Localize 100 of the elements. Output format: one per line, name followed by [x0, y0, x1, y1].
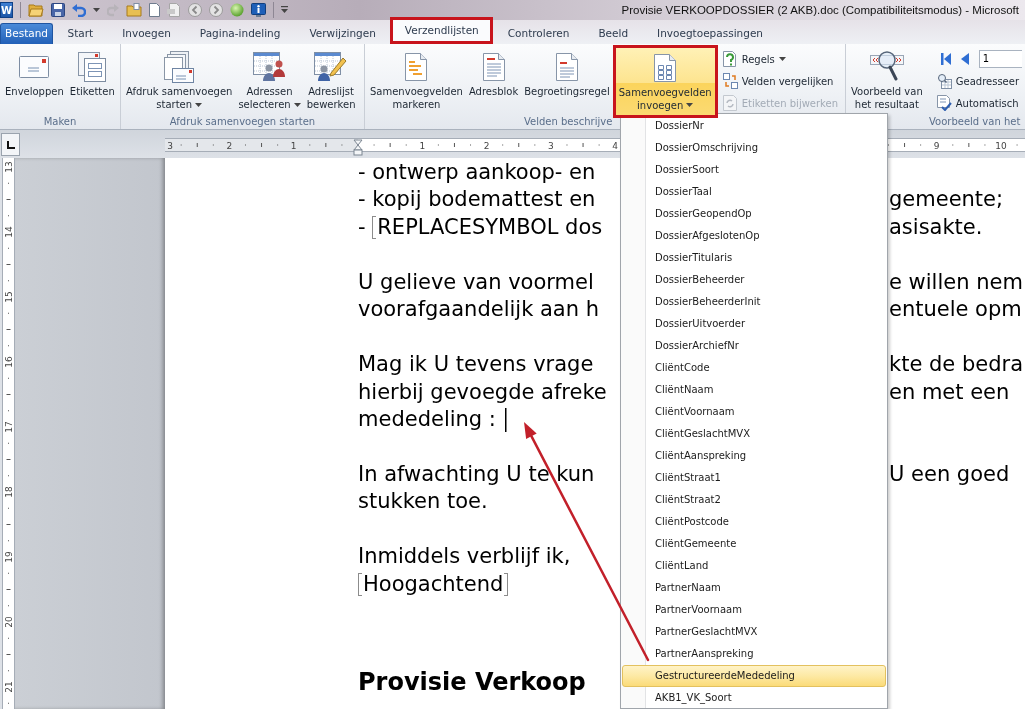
ribbon-button[interactable]: Geadresseer	[933, 70, 1023, 92]
caret-icon[interactable]	[93, 8, 100, 12]
document-text: entuele opm	[889, 296, 1022, 324]
ribbon-tab[interactable]: Verzendlijsten	[390, 17, 494, 44]
document-lines-icon	[555, 53, 578, 81]
ruler-number: 17	[3, 421, 14, 433]
document-text: hierbij gevoegde afreke	[358, 378, 607, 406]
document-text: asisakte.	[889, 213, 983, 241]
label-sheets-icon	[78, 52, 107, 82]
document-text: e willen nem	[889, 268, 1023, 296]
menu-item[interactable]: PartnerAanspreking	[622, 643, 886, 665]
menu-item[interactable]: CliëntStraat1	[622, 467, 886, 489]
ruler-number: 3	[167, 140, 173, 151]
menu-item[interactable]: DossierArchiefNr	[622, 335, 886, 357]
ribbon-tab[interactable]: Pagina-indeling	[185, 23, 295, 44]
menu-item[interactable]: CliëntGeslachtMVX	[622, 423, 886, 445]
menu-item[interactable]: DossierUitvoerder	[622, 313, 886, 335]
undo-icon[interactable]	[72, 3, 86, 17]
folder-icon[interactable]	[28, 3, 44, 17]
ribbon-button[interactable]: Adressen selecteren	[235, 46, 304, 112]
ruler-number: 18	[3, 486, 14, 498]
menu-item[interactable]: DossierAfgeslotenOp	[622, 225, 886, 247]
ribbon-button[interactable]: Velden vergelijken	[719, 70, 842, 92]
ribbon-tab[interactable]: Start	[53, 23, 108, 44]
menu-item[interactable]: DossierNr	[622, 115, 886, 137]
menu-item[interactable]: CliëntNaam	[622, 379, 886, 401]
ruler-number: 10	[995, 140, 1007, 151]
ruler-number: 4	[612, 140, 619, 151]
menu-item[interactable]: CliëntGemeente	[622, 533, 886, 555]
ribbon-tab[interactable]: Beeld	[583, 23, 643, 44]
sphere-icon[interactable]	[230, 3, 244, 17]
faded-document-icon[interactable]	[167, 3, 181, 17]
menu-item[interactable]: CliëntVoornaam	[622, 401, 886, 423]
refresh-icon	[722, 95, 738, 111]
document-text: Mag ik U tevens vrage	[358, 351, 594, 379]
menu-item[interactable]: AKB1_VK_Soort	[622, 687, 886, 709]
list-pencil-icon	[314, 52, 349, 82]
record-number-field[interactable]: 1	[978, 50, 1022, 68]
first-record-icon[interactable]	[940, 53, 951, 65]
document-header-icon	[482, 53, 505, 81]
menu-item[interactable]: CliëntCode	[622, 357, 886, 379]
left-tab-icon	[6, 140, 15, 149]
ribbon-button[interactable]: Afdruk samenvoegen starten	[123, 46, 236, 112]
menu-item[interactable]: PartnerNaam	[622, 577, 886, 599]
menu-item[interactable]: PartnerVoornaam	[622, 599, 886, 621]
menu-item[interactable]: CliëntLand	[622, 555, 886, 577]
file-tab[interactable]: Bestand	[0, 23, 53, 44]
menu-item[interactable]: DossierTitularis	[622, 247, 886, 269]
customize-menu-icon[interactable]	[281, 6, 288, 14]
previous-record-icon[interactable]	[960, 53, 969, 65]
ribbon-button[interactable]: Voorbeeld van het resultaat	[848, 46, 926, 112]
tab-selector-button[interactable]	[1, 133, 20, 156]
menu-item[interactable]: DossierTaal	[622, 181, 886, 203]
app-logo[interactable]: W	[0, 2, 13, 18]
folder-icon[interactable]	[126, 3, 142, 17]
ruler-number: 2	[226, 140, 233, 151]
document-text: U een goed	[889, 460, 1010, 488]
ruler-number: 3	[548, 140, 554, 151]
ribbon-button[interactable]: Samenvoegvelden invoegen	[612, 45, 718, 118]
ribbon-button[interactable]: Enveloppen	[2, 46, 67, 112]
menu-item[interactable]: DossierBeheerderInit	[622, 291, 886, 313]
document-text: U gelieve van voormel	[358, 268, 594, 296]
ruler-number: 13	[3, 161, 14, 173]
compare-fields-icon	[722, 73, 738, 89]
ruler-number: 15	[3, 291, 14, 303]
ribbon-button[interactable]: Automatisch	[933, 92, 1023, 114]
ruler-number: 19	[3, 551, 14, 563]
documents-envelope-icon	[164, 51, 195, 83]
ribbon-tab[interactable]: Controleren	[493, 23, 584, 44]
info-icon[interactable]	[251, 3, 266, 17]
ribbon-button[interactable]: Samenvoegvelden markeren	[367, 46, 466, 112]
field-text: REPLACESYMBOL dos	[372, 213, 603, 242]
ribbon-tab[interactable]: Verwijzingen	[294, 23, 391, 44]
ribbon-button[interactable]: Adreslijst bewerken	[303, 46, 359, 112]
menu-item[interactable]: CliëntStraat2	[622, 489, 886, 511]
document-text: mededeling :	[358, 405, 508, 434]
menu-item[interactable]: DossierOmschrijving	[622, 137, 886, 159]
ribbon-button[interactable]: Regels	[719, 48, 842, 70]
document-text: In afwachting U te kun	[358, 460, 595, 488]
menu-item[interactable]: DossierBeheerder	[622, 269, 886, 291]
ribbon-button[interactable]: Etiketten	[66, 46, 118, 112]
document-icon[interactable]	[149, 3, 160, 17]
menu-item[interactable]: DossierSoort	[622, 159, 886, 181]
document-text: -	[358, 213, 367, 241]
ribbon-button[interactable]: Adresblok	[465, 46, 522, 112]
document-text: kte de bedra	[889, 351, 1023, 379]
ruler-number: 16	[3, 356, 14, 368]
indent-marker-icon[interactable]	[353, 139, 363, 156]
document-text: stukken toe.	[358, 488, 488, 516]
ribbon-button[interactable]: Begroetingsregel	[521, 46, 613, 112]
people-list-icon	[252, 52, 287, 82]
menu-item[interactable]: CliëntAanspreking	[622, 445, 886, 467]
menu-item[interactable]: CliëntPostcode	[622, 511, 886, 533]
document-heading: Provisie Verkoop	[358, 667, 586, 697]
ribbon-tab[interactable]: Invoegen	[107, 23, 186, 44]
menu-item[interactable]: PartnerGeslachtMVX	[622, 621, 886, 643]
menu-item[interactable]: GestructureerdeMededeling	[622, 665, 886, 687]
ribbon-tab[interactable]: Invoegtoepassingen	[642, 23, 778, 44]
menu-item[interactable]: DossierGeopendOp	[622, 203, 886, 225]
save-icon[interactable]	[51, 3, 65, 17]
